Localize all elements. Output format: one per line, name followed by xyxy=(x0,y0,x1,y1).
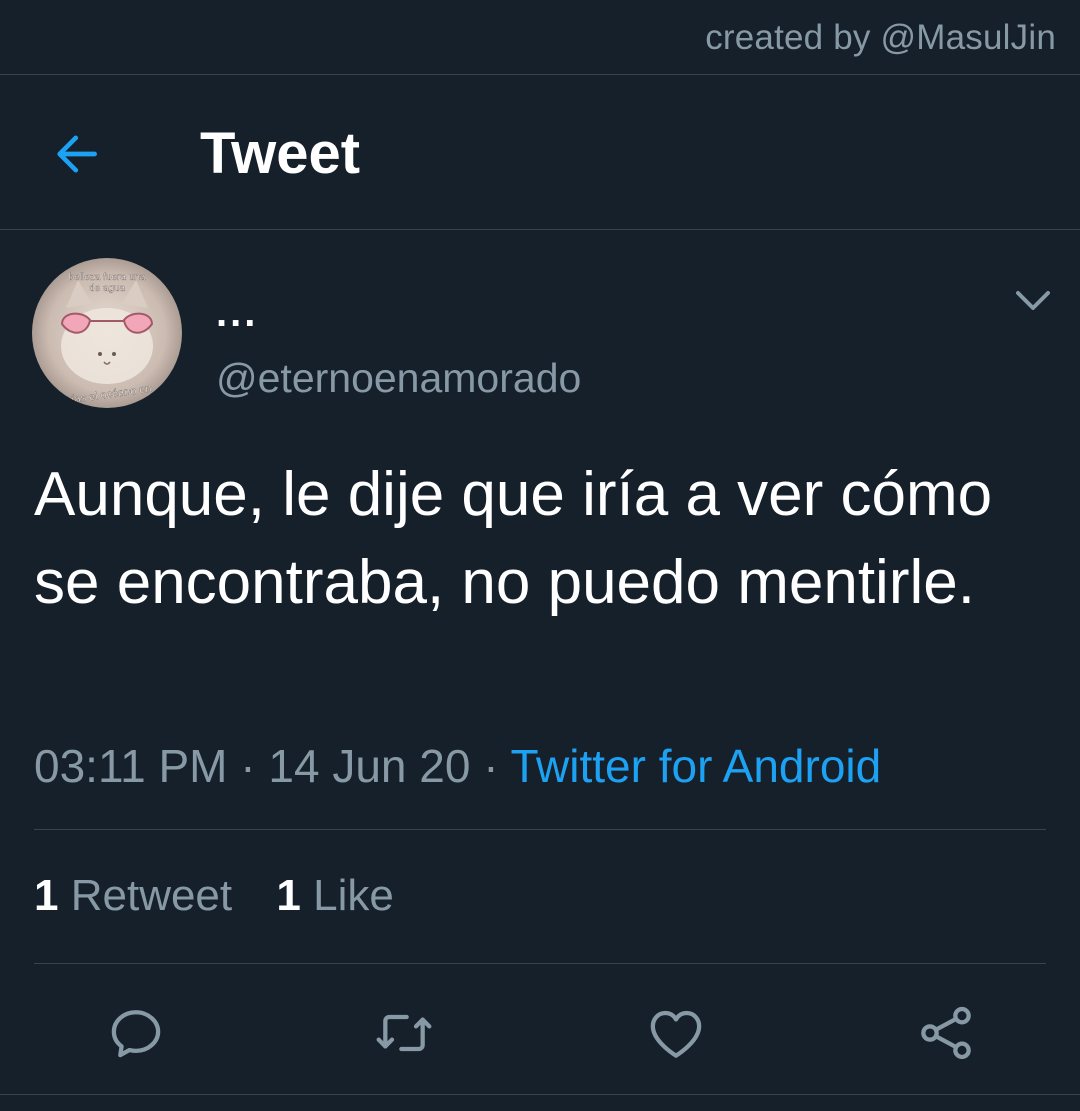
divider xyxy=(0,1094,1080,1095)
tweet-stats: 1 Retweet 1 Like xyxy=(34,871,394,927)
tweet-metadata: 03:11 PM · 14 Jun 20 · Twitter for Andro… xyxy=(34,739,881,795)
arrow-left-icon xyxy=(57,135,97,173)
tweet-source-link[interactable]: Twitter for Android xyxy=(511,740,882,792)
retweets-count: 1 xyxy=(34,871,59,920)
meta-separator: · xyxy=(240,740,256,792)
chevron-down-icon xyxy=(1016,291,1050,310)
avatar-image: belleza fuera una de agua erías el océan… xyxy=(32,258,182,408)
top-app-bar: Tweet xyxy=(0,76,1080,230)
retweet-icon xyxy=(376,1014,432,1052)
retweet-button[interactable] xyxy=(372,1001,436,1065)
retweets-stat[interactable]: 1 Retweet xyxy=(34,871,232,920)
divider xyxy=(34,963,1046,964)
reply-icon xyxy=(111,1010,161,1058)
divider xyxy=(34,829,1046,830)
like-button[interactable] xyxy=(644,1001,708,1065)
more-options-button[interactable] xyxy=(1010,281,1056,321)
user-handle[interactable]: @eternoenamorado xyxy=(216,355,581,402)
tweet-text: Aunque, le dije que iría a ver cómo se e… xyxy=(34,460,993,617)
reply-button[interactable] xyxy=(104,1001,168,1065)
svg-text:belleza fuera una: belleza fuera una xyxy=(69,272,146,283)
credit-watermark: created by @MasulJin xyxy=(705,18,1056,57)
page-title: Tweet xyxy=(200,121,361,186)
svg-text:de agua: de agua xyxy=(89,283,126,294)
tweet-date: 14 Jun 20 xyxy=(268,740,471,792)
meta-separator: · xyxy=(483,740,499,792)
tweet-action-bar xyxy=(0,991,1080,1091)
avatar[interactable]: belleza fuera una de agua erías el océan… xyxy=(32,258,182,408)
share-icon xyxy=(921,1006,971,1060)
likes-stat[interactable]: 1 Like xyxy=(276,871,393,920)
display-name[interactable]: ... xyxy=(216,291,258,336)
like-icon xyxy=(650,1010,702,1058)
likes-count: 1 xyxy=(276,871,301,920)
tweet: belleza fuera una de agua erías el océan… xyxy=(0,231,1080,1111)
retweets-label: Retweet xyxy=(70,871,233,920)
tweet-time: 03:11 PM xyxy=(34,740,228,792)
likes-label: Like xyxy=(313,871,394,920)
credit-bar: created by @MasulJin xyxy=(0,0,1080,75)
back-button[interactable] xyxy=(48,126,108,182)
share-button[interactable] xyxy=(914,1001,978,1065)
tweet-detail-page: created by @MasulJin Tweet belleza fuera… xyxy=(0,0,1080,1111)
